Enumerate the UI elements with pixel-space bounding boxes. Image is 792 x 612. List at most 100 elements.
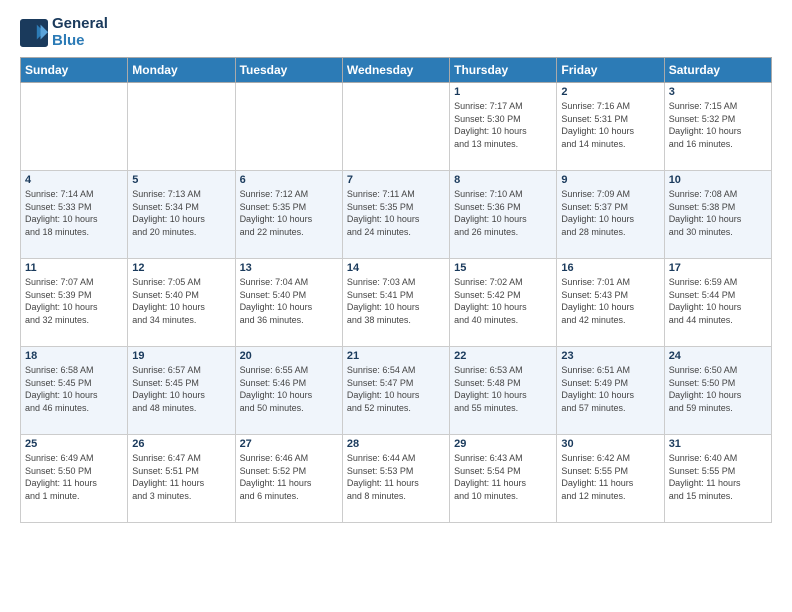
- day-header-tuesday: Tuesday: [235, 58, 342, 83]
- calendar-cell: 10 Sunrise: 7:08 AM Sunset: 5:38 PM Dayli…: [664, 171, 771, 259]
- day-info: Sunrise: 6:54 AM Sunset: 5:47 PM Dayligh…: [347, 364, 445, 414]
- day-info: Sunrise: 6:59 AM Sunset: 5:44 PM Dayligh…: [669, 276, 767, 326]
- day-number: 8: [454, 174, 552, 186]
- header: General Blue: [20, 16, 772, 49]
- day-info: Sunrise: 7:07 AM Sunset: 5:39 PM Dayligh…: [25, 276, 123, 326]
- day-number: 23: [561, 350, 659, 362]
- calendar-cell: 1Sunrise: 7:17 AM Sunset: 5:30 PM Daylig…: [450, 83, 557, 171]
- calendar-cell: 2 Sunrise: 7:16 AM Sunset: 5:31 PM Daylig…: [557, 83, 664, 171]
- day-number: 7: [347, 174, 445, 186]
- calendar-cell: 12Sunrise: 7:05 AM Sunset: 5:40 PM Dayli…: [128, 259, 235, 347]
- day-info: Sunrise: 6:57 AM Sunset: 5:45 PM Dayligh…: [132, 364, 230, 414]
- day-number: 16: [561, 262, 659, 274]
- day-number: 21: [347, 350, 445, 362]
- week-row-5: 25 Sunrise: 6:49 AM Sunset: 5:50 PM Dayli…: [21, 435, 772, 523]
- day-header-saturday: Saturday: [664, 58, 771, 83]
- day-number: 12: [132, 262, 230, 274]
- calendar-cell: 31Sunrise: 6:40 AM Sunset: 5:55 PM Dayli…: [664, 435, 771, 523]
- calendar-cell: 16 Sunrise: 7:01 AM Sunset: 5:43 PM Dayli…: [557, 259, 664, 347]
- calendar-cell: 8Sunrise: 7:10 AM Sunset: 5:36 PM Daylig…: [450, 171, 557, 259]
- calendar-cell: 14Sunrise: 7:03 AM Sunset: 5:41 PM Dayli…: [342, 259, 449, 347]
- day-number: 18: [25, 350, 123, 362]
- week-row-1: 1Sunrise: 7:17 AM Sunset: 5:30 PM Daylig…: [21, 83, 772, 171]
- day-number: 20: [240, 350, 338, 362]
- day-number: 26: [132, 438, 230, 450]
- day-info: Sunrise: 7:04 AM Sunset: 5:40 PM Dayligh…: [240, 276, 338, 326]
- day-info: Sunrise: 6:50 AM Sunset: 5:50 PM Dayligh…: [669, 364, 767, 414]
- day-number: 19: [132, 350, 230, 362]
- day-info: Sunrise: 6:51 AM Sunset: 5:49 PM Dayligh…: [561, 364, 659, 414]
- day-number: 11: [25, 262, 123, 274]
- week-row-3: 11 Sunrise: 7:07 AM Sunset: 5:39 PM Dayli…: [21, 259, 772, 347]
- calendar-cell: 25 Sunrise: 6:49 AM Sunset: 5:50 PM Dayli…: [21, 435, 128, 523]
- day-number: 30: [561, 438, 659, 450]
- day-info: Sunrise: 7:11 AM Sunset: 5:35 PM Dayligh…: [347, 188, 445, 238]
- calendar-cell: 6Sunrise: 7:12 AM Sunset: 5:35 PM Daylig…: [235, 171, 342, 259]
- calendar-cell: 19 Sunrise: 6:57 AM Sunset: 5:45 PM Dayli…: [128, 347, 235, 435]
- day-info: Sunrise: 7:14 AM Sunset: 5:33 PM Dayligh…: [25, 188, 123, 238]
- day-info: Sunrise: 7:02 AM Sunset: 5:42 PM Dayligh…: [454, 276, 552, 326]
- day-info: Sunrise: 7:15 AM Sunset: 5:32 PM Dayligh…: [669, 100, 767, 150]
- day-info: Sunrise: 7:13 AM Sunset: 5:34 PM Dayligh…: [132, 188, 230, 238]
- calendar-cell: 13 Sunrise: 7:04 AM Sunset: 5:40 PM Dayli…: [235, 259, 342, 347]
- calendar-cell: 29 Sunrise: 6:43 AM Sunset: 5:54 PM Dayli…: [450, 435, 557, 523]
- day-info: Sunrise: 6:53 AM Sunset: 5:48 PM Dayligh…: [454, 364, 552, 414]
- day-info: Sunrise: 7:03 AM Sunset: 5:41 PM Dayligh…: [347, 276, 445, 326]
- calendar-cell: 21 Sunrise: 6:54 AM Sunset: 5:47 PM Dayli…: [342, 347, 449, 435]
- calendar-cell: [128, 83, 235, 171]
- logo-text: General Blue: [52, 16, 108, 49]
- calendar-cell: 23 Sunrise: 6:51 AM Sunset: 5:49 PM Dayli…: [557, 347, 664, 435]
- day-number: 28: [347, 438, 445, 450]
- calendar-cell: 9 Sunrise: 7:09 AM Sunset: 5:37 PM Daylig…: [557, 171, 664, 259]
- day-info: Sunrise: 6:58 AM Sunset: 5:45 PM Dayligh…: [25, 364, 123, 414]
- day-number: 25: [25, 438, 123, 450]
- day-header-sunday: Sunday: [21, 58, 128, 83]
- calendar-cell: [235, 83, 342, 171]
- day-number: 4: [25, 174, 123, 186]
- day-info: Sunrise: 7:12 AM Sunset: 5:35 PM Dayligh…: [240, 188, 338, 238]
- week-row-4: 18 Sunrise: 6:58 AM Sunset: 5:45 PM Dayli…: [21, 347, 772, 435]
- day-header-monday: Monday: [128, 58, 235, 83]
- calendar-cell: 27Sunrise: 6:46 AM Sunset: 5:52 PM Dayli…: [235, 435, 342, 523]
- day-info: Sunrise: 7:16 AM Sunset: 5:31 PM Dayligh…: [561, 100, 659, 150]
- logo-icon: [20, 19, 48, 47]
- day-info: Sunrise: 6:44 AM Sunset: 5:53 PM Dayligh…: [347, 452, 445, 502]
- day-info: Sunrise: 6:43 AM Sunset: 5:54 PM Dayligh…: [454, 452, 552, 502]
- day-number: 5: [132, 174, 230, 186]
- day-info: Sunrise: 6:42 AM Sunset: 5:55 PM Dayligh…: [561, 452, 659, 502]
- day-number: 22: [454, 350, 552, 362]
- day-number: 2: [561, 86, 659, 98]
- day-headers: SundayMondayTuesdayWednesdayThursdayFrid…: [21, 58, 772, 83]
- calendar-cell: 30 Sunrise: 6:42 AM Sunset: 5:55 PM Dayli…: [557, 435, 664, 523]
- day-info: Sunrise: 7:01 AM Sunset: 5:43 PM Dayligh…: [561, 276, 659, 326]
- calendar-cell: 18 Sunrise: 6:58 AM Sunset: 5:45 PM Dayli…: [21, 347, 128, 435]
- calendar-cell: 22 Sunrise: 6:53 AM Sunset: 5:48 PM Dayli…: [450, 347, 557, 435]
- calendar-cell: 7 Sunrise: 7:11 AM Sunset: 5:35 PM Daylig…: [342, 171, 449, 259]
- day-info: Sunrise: 6:40 AM Sunset: 5:55 PM Dayligh…: [669, 452, 767, 502]
- day-header-wednesday: Wednesday: [342, 58, 449, 83]
- day-info: Sunrise: 7:08 AM Sunset: 5:38 PM Dayligh…: [669, 188, 767, 238]
- day-info: Sunrise: 6:47 AM Sunset: 5:51 PM Dayligh…: [132, 452, 230, 502]
- day-number: 24: [669, 350, 767, 362]
- day-info: Sunrise: 6:49 AM Sunset: 5:50 PM Dayligh…: [25, 452, 123, 502]
- calendar-cell: 15 Sunrise: 7:02 AM Sunset: 5:42 PM Dayli…: [450, 259, 557, 347]
- calendar-cell: 17Sunrise: 6:59 AM Sunset: 5:44 PM Dayli…: [664, 259, 771, 347]
- calendar-cell: 5 Sunrise: 7:13 AM Sunset: 5:34 PM Daylig…: [128, 171, 235, 259]
- logo: General Blue: [20, 16, 108, 49]
- day-number: 29: [454, 438, 552, 450]
- day-number: 27: [240, 438, 338, 450]
- calendar-cell: 4 Sunrise: 7:14 AM Sunset: 5:33 PM Daylig…: [21, 171, 128, 259]
- day-info: Sunrise: 7:09 AM Sunset: 5:37 PM Dayligh…: [561, 188, 659, 238]
- day-header-thursday: Thursday: [450, 58, 557, 83]
- day-number: 10: [669, 174, 767, 186]
- day-info: Sunrise: 7:17 AM Sunset: 5:30 PM Dayligh…: [454, 100, 552, 150]
- calendar-cell: 24 Sunrise: 6:50 AM Sunset: 5:50 PM Dayli…: [664, 347, 771, 435]
- day-info: Sunrise: 6:55 AM Sunset: 5:46 PM Dayligh…: [240, 364, 338, 414]
- calendar-cell: 11 Sunrise: 7:07 AM Sunset: 5:39 PM Dayli…: [21, 259, 128, 347]
- day-number: 15: [454, 262, 552, 274]
- calendar-cell: [21, 83, 128, 171]
- day-number: 9: [561, 174, 659, 186]
- calendar-table: SundayMondayTuesdayWednesdayThursdayFrid…: [20, 57, 772, 523]
- day-number: 13: [240, 262, 338, 274]
- calendar-cell: 3Sunrise: 7:15 AM Sunset: 5:32 PM Daylig…: [664, 83, 771, 171]
